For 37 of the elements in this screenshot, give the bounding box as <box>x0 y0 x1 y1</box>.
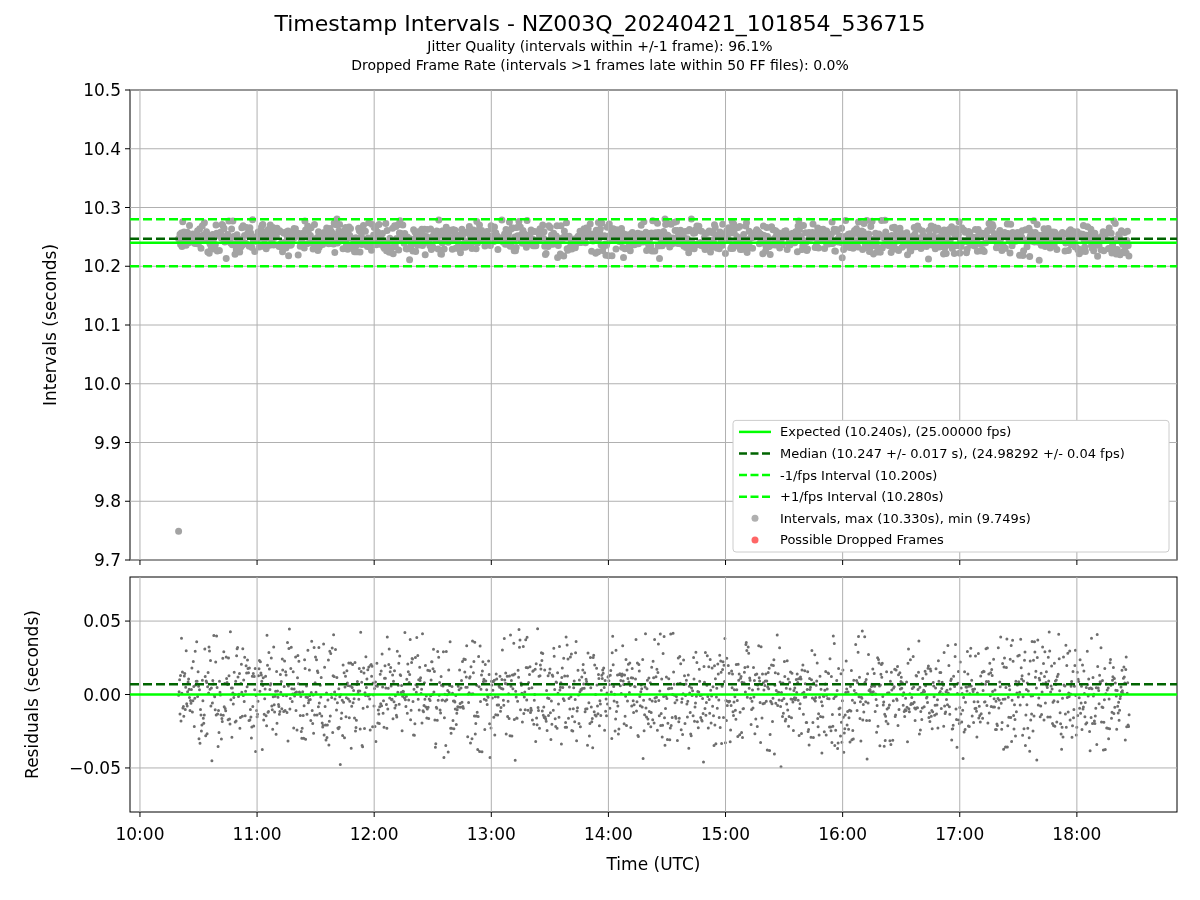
y-tick-label: 10.4 <box>83 138 121 159</box>
legend-line-icon <box>739 452 771 455</box>
y-tick-label: −0.05 <box>68 757 121 778</box>
legend-label: +1/fps Interval (10.280s) <box>780 489 944 505</box>
y-tick-label: 9.8 <box>93 491 121 512</box>
legend-label: Expected (10.240s), (25.00000 fps) <box>780 424 1012 440</box>
y-axis-label: Residuals (seconds) <box>22 610 42 779</box>
x-tick-label: 14:00 <box>583 824 633 844</box>
y-tick-label: 0.00 <box>83 684 121 705</box>
x-tick-label: 16:00 <box>818 824 868 844</box>
x-axis-label: Time (UTC) <box>606 854 701 874</box>
chart-title: Timestamp Intervals - NZ003Q_20240421_101854_536715 <box>274 10 926 37</box>
x-tick-label: 10:00 <box>115 824 165 844</box>
y-tick-label: 9.7 <box>93 550 121 570</box>
y-tick-label: 10.1 <box>83 315 121 335</box>
y-tick-label: 0.05 <box>83 611 121 632</box>
x-tick-label: 18:00 <box>1052 824 1102 844</box>
y-tick-label: 10.5 <box>83 80 121 100</box>
x-tick-label: 15:00 <box>701 824 751 844</box>
x-tick-label: 13:00 <box>466 824 516 844</box>
legend-line-icon <box>739 473 771 477</box>
y-tick-label: 10.3 <box>83 197 121 218</box>
legend-line-icon <box>739 430 771 434</box>
legend-label: Intervals, max (10.330s), min (9.749s) <box>780 510 1031 526</box>
legend-label: Median (10.247 +/- 0.017 s), (24.98292 +/- 0.04 fps) <box>780 446 1125 461</box>
y-axis-label: Intervals (seconds) <box>40 243 60 407</box>
x-tick-label: 11:00 <box>232 824 282 844</box>
legend-label: Possible Dropped Frames <box>780 532 944 548</box>
legend-line-icon <box>739 495 771 498</box>
legend-label: -1/fps Interval (10.200s) <box>780 467 938 483</box>
y-tick-label: 10.2 <box>83 256 121 277</box>
x-tick-label: 17:00 <box>935 824 985 844</box>
chart-subtitle: Dropped Frame Rate (intervals >1 frames late within 50 FF files): 0.0% <box>351 56 849 75</box>
y-tick-label: 9.9 <box>93 432 121 453</box>
x-tick-label: 12:00 <box>349 824 399 844</box>
y-tick-label: 10.0 <box>83 373 121 394</box>
chart-subtitle: Jitter Quality (intervals within +/-1 frame): 96.1% <box>427 37 773 56</box>
